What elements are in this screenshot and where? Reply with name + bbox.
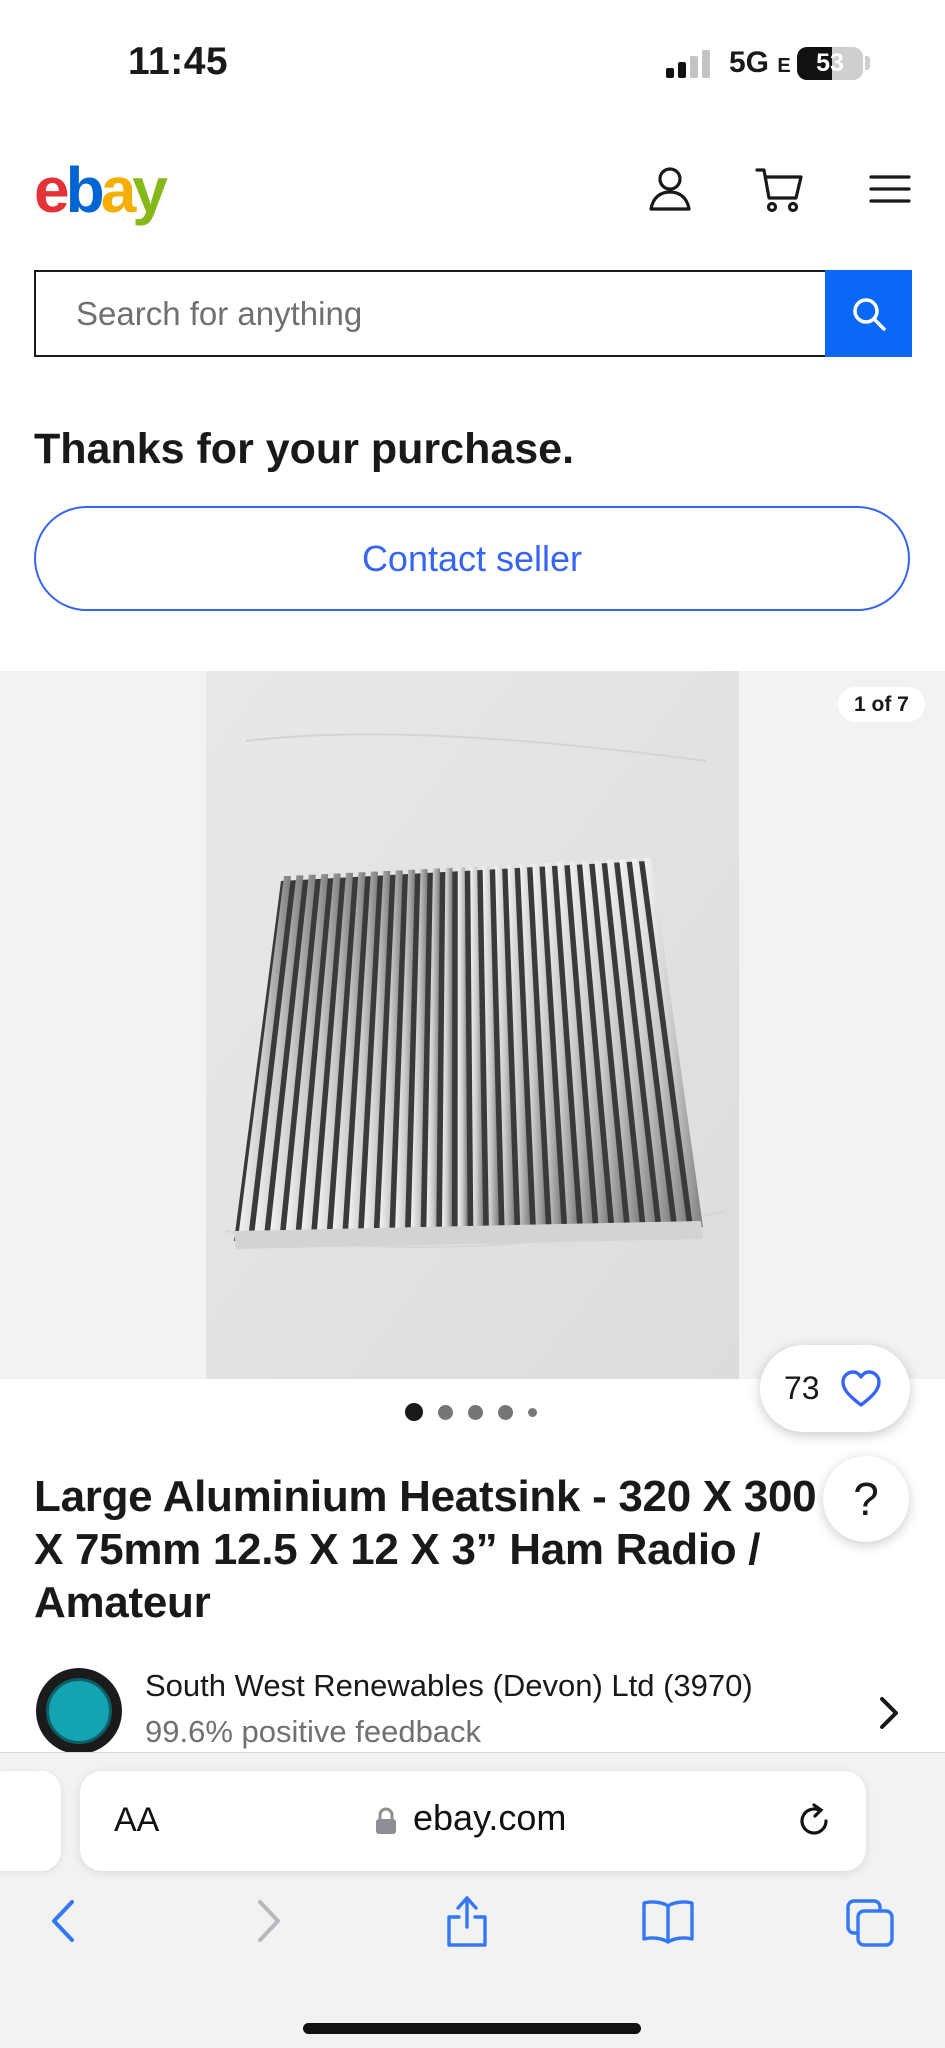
status-time: 11:45 <box>128 40 229 83</box>
gallery-dot[interactable] <box>438 1404 453 1420</box>
seller-feedback: 99.6% positive feedback <box>145 1714 482 1749</box>
network-label: 5G <box>729 46 770 79</box>
back-icon[interactable] <box>46 1898 80 1944</box>
network-indicator: 5G E <box>729 46 791 80</box>
browser-chrome: AA ebay.com <box>0 1752 945 2048</box>
url-text[interactable]: ebay.com <box>413 1797 566 1839</box>
watch-button[interactable]: 73 <box>760 1345 910 1432</box>
gallery-dot[interactable] <box>468 1404 483 1420</box>
purchase-confirmation-heading: Thanks for your purchase. <box>34 425 575 473</box>
previous-tab[interactable] <box>0 1771 61 1871</box>
search-icon <box>852 297 886 331</box>
forward-icon[interactable] <box>252 1898 286 1944</box>
chevron-right-icon[interactable] <box>878 1695 900 1731</box>
battery-percent: 53 <box>816 49 844 77</box>
status-bar: 11:45 5G E 53 <box>0 0 945 110</box>
seller-avatar[interactable] <box>36 1668 122 1754</box>
account-icon[interactable] <box>645 164 695 214</box>
search-box <box>34 270 826 357</box>
text-size-label: AA <box>114 1801 160 1839</box>
gallery-pagination[interactable] <box>405 1403 537 1421</box>
home-indicator[interactable] <box>303 2023 641 2034</box>
logo-letter-b: b <box>65 154 105 226</box>
seller-name[interactable]: South West Renewables (Devon) Ltd (3970) <box>145 1668 753 1704</box>
ebay-logo[interactable]: ebay <box>34 150 168 230</box>
gallery-dot[interactable] <box>405 1403 423 1421</box>
battery-tip <box>865 56 870 70</box>
network-suffix: E <box>777 55 791 77</box>
logo-letter-e: e <box>34 154 70 226</box>
search-input[interactable] <box>36 272 826 355</box>
contact-seller-button[interactable]: Contact seller <box>34 506 910 611</box>
cart-icon[interactable] <box>755 164 805 214</box>
lock-icon <box>376 1807 396 1834</box>
logo-letter-y: y <box>132 154 168 226</box>
text-size-button[interactable]: AA <box>114 1801 159 1840</box>
bookmarks-icon[interactable] <box>640 1898 696 1944</box>
share-icon[interactable] <box>444 1893 490 1949</box>
signal-icon <box>666 50 710 78</box>
gallery-dot[interactable] <box>498 1404 513 1420</box>
reload-icon[interactable] <box>794 1801 834 1841</box>
image-gallery[interactable]: 1 of 7 <box>0 671 945 1379</box>
menu-icon[interactable] <box>865 164 915 214</box>
watch-count: 73 <box>784 1370 820 1406</box>
image-counter: 1 of 7 <box>838 687 925 722</box>
heart-icon <box>840 1369 881 1407</box>
tabs-icon[interactable] <box>845 1898 895 1948</box>
item-title: Large Aluminium Heatsink - 320 X 300 X 7… <box>34 1472 817 1627</box>
search-button[interactable] <box>825 270 912 357</box>
product-photo[interactable] <box>206 671 739 1379</box>
logo-letter-a: a <box>100 154 137 226</box>
help-button[interactable]: ? <box>823 1456 909 1542</box>
battery-icon: 53 <box>797 47 863 80</box>
address-bar[interactable]: AA ebay.com <box>80 1771 866 1871</box>
gallery-dot[interactable] <box>528 1407 537 1417</box>
